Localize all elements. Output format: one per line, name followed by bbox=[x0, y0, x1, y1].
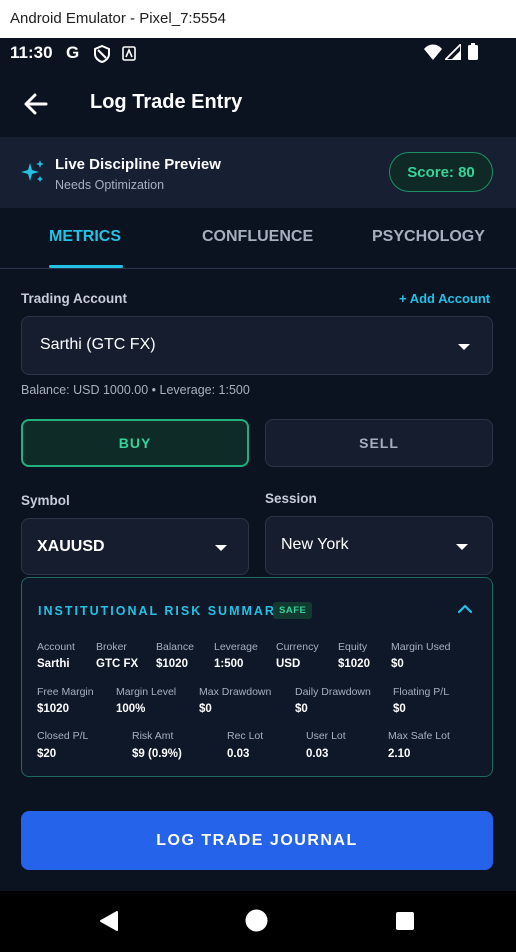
symbol-value: XAUUSD bbox=[37, 538, 105, 555]
preview-subtitle: Needs Optimization bbox=[55, 178, 165, 192]
trading-account-label: Trading Account bbox=[21, 291, 128, 306]
trading-account-select[interactable]: Sarthi (GTC FX) bbox=[21, 316, 493, 375]
metric-label: Closed P/L bbox=[37, 730, 89, 742]
tab-confluence[interactable]: CONFLUENCE bbox=[202, 228, 313, 246]
metric-label: Risk Amt bbox=[132, 730, 174, 742]
metric-value: $1020 bbox=[338, 658, 370, 670]
active-tab-indicator bbox=[49, 265, 123, 268]
metric-label: Daily Drawdown bbox=[295, 686, 371, 698]
nav-back-icon[interactable] bbox=[99, 910, 119, 932]
metric-value: $20 bbox=[37, 748, 57, 760]
metric-value: 0.03 bbox=[306, 748, 329, 760]
chevron-down-icon bbox=[215, 545, 227, 551]
session-value: New York bbox=[281, 536, 349, 553]
shield-icon bbox=[94, 45, 110, 63]
preview-title: Live Discipline Preview bbox=[55, 156, 221, 173]
log-trade-journal-button[interactable]: LOG TRADE JOURNAL bbox=[21, 811, 493, 870]
metric-label: Leverage bbox=[214, 641, 258, 653]
sell-button[interactable]: SELL bbox=[265, 419, 493, 467]
page-title: Log Trade Entry bbox=[90, 91, 243, 113]
google-icon: G bbox=[66, 43, 80, 62]
symbol-select[interactable]: XAUUSD bbox=[21, 518, 249, 575]
trading-account-value: Sarthi (GTC FX) bbox=[40, 336, 156, 353]
app-bar: Log Trade Entry bbox=[0, 70, 516, 136]
metric-value: 2.10 bbox=[388, 748, 411, 760]
metric-value: Sarthi bbox=[37, 658, 70, 670]
metric-label: Broker bbox=[96, 641, 127, 653]
metric-label: Margin Used bbox=[391, 641, 451, 653]
metric-label: Currency bbox=[276, 641, 319, 653]
metric-label: Margin Level bbox=[116, 686, 177, 698]
metric-value: $0 bbox=[391, 658, 404, 670]
metric-label: Free Margin bbox=[37, 686, 94, 698]
metric-label: Max Safe Lot bbox=[388, 730, 450, 742]
system-navigation-bar bbox=[0, 891, 516, 952]
metric-value: $0 bbox=[295, 703, 308, 715]
window-titlebar: Android Emulator - Pixel_7:5554 bbox=[0, 0, 516, 39]
risk-summary-title: INSTITUTIONAL RISK SUMMARY bbox=[38, 604, 286, 618]
metric-label: Floating P/L bbox=[393, 686, 450, 698]
chevron-down-icon bbox=[458, 344, 470, 350]
nav-home-icon[interactable] bbox=[245, 909, 268, 932]
metric-value: 1:500 bbox=[214, 658, 244, 670]
account-info-text: Balance: USD 1000.00 • Leverage: 1:500 bbox=[21, 383, 250, 397]
metric-label: Equity bbox=[338, 641, 368, 653]
session-select[interactable]: New York bbox=[265, 516, 493, 575]
metric-value: $9 (0.9%) bbox=[132, 748, 182, 760]
tab-psychology[interactable]: PSYCHOLOGY bbox=[372, 228, 485, 246]
signal-icon bbox=[445, 44, 461, 60]
nav-recents-icon[interactable] bbox=[395, 911, 415, 931]
metric-value: $1020 bbox=[156, 658, 188, 670]
sparkle-icon bbox=[21, 160, 44, 182]
risk-summary-card: INSTITUTIONAL RISK SUMMARY SAFE Account … bbox=[21, 577, 493, 777]
metric-label: Account bbox=[37, 641, 75, 653]
session-label: Session bbox=[265, 491, 317, 506]
metric-value: 100% bbox=[116, 703, 146, 715]
chevron-up-icon[interactable] bbox=[458, 604, 472, 614]
metric-value: $0 bbox=[199, 703, 212, 715]
metric-value: $1020 bbox=[37, 703, 69, 715]
metric-label: User Lot bbox=[306, 730, 346, 742]
status-bar: 11:30 G bbox=[0, 38, 516, 70]
symbol-label: Symbol bbox=[21, 493, 70, 508]
safe-badge: SAFE bbox=[273, 602, 313, 619]
chevron-down-icon bbox=[456, 544, 468, 550]
window-title: Android Emulator - Pixel_7:5554 bbox=[10, 10, 226, 27]
status-time: 11:30 bbox=[10, 43, 53, 62]
metric-value: $0 bbox=[393, 703, 406, 715]
metric-label: Rec Lot bbox=[227, 730, 264, 742]
metric-label: Max Drawdown bbox=[199, 686, 272, 698]
battery-icon bbox=[468, 43, 478, 60]
tab-metrics[interactable]: METRICS bbox=[49, 228, 121, 246]
buy-button[interactable]: BUY bbox=[21, 419, 249, 467]
add-account-link[interactable]: + Add Account bbox=[399, 291, 490, 306]
wifi-icon bbox=[424, 44, 442, 60]
notification-icon bbox=[122, 46, 136, 61]
metric-value: GTC FX bbox=[96, 658, 139, 670]
back-arrow-icon[interactable] bbox=[22, 90, 50, 118]
metric-value: USD bbox=[276, 658, 301, 670]
score-badge: Score: 80 bbox=[389, 152, 493, 192]
metric-label: Balance bbox=[156, 641, 194, 653]
tab-bar: METRICS CONFLUENCE PSYCHOLOGY bbox=[0, 208, 516, 269]
metric-value: 0.03 bbox=[227, 748, 250, 760]
